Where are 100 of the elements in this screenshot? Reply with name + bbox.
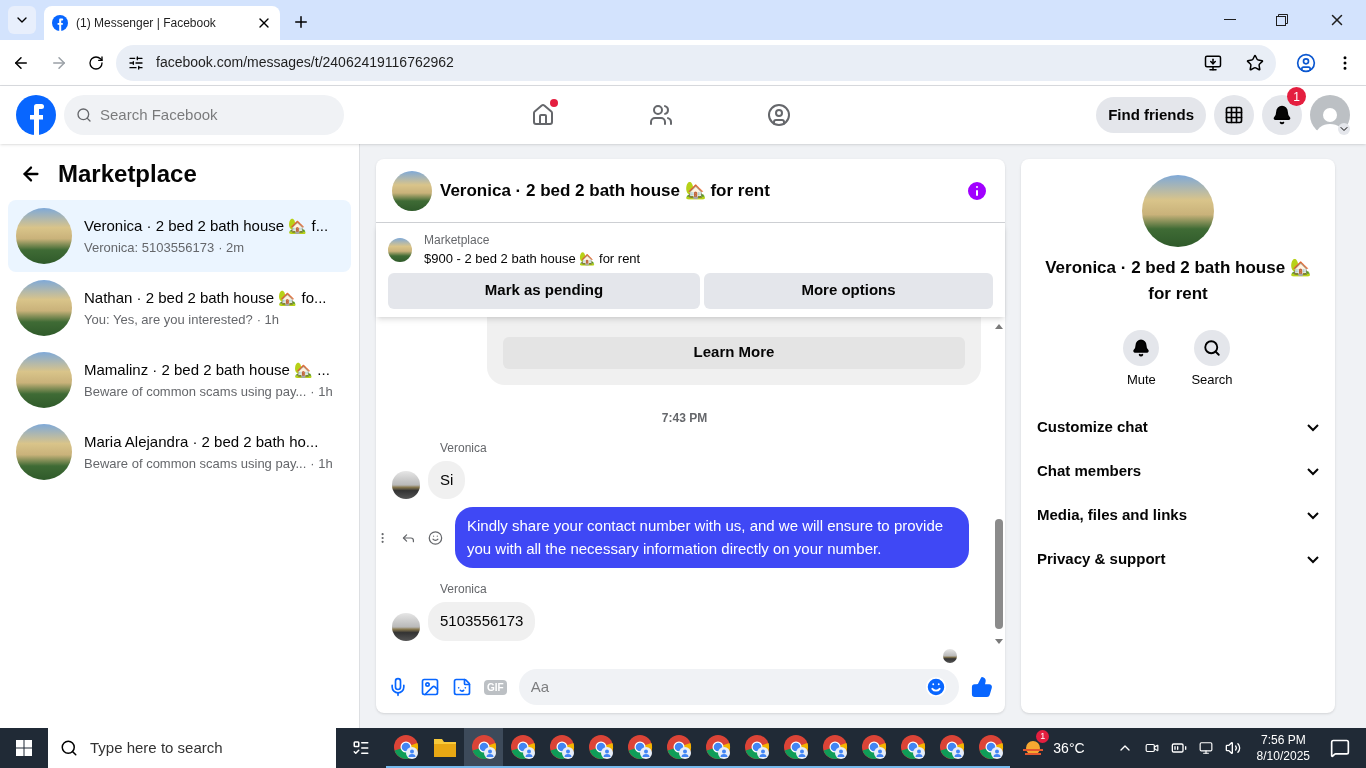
taskbar-search-field[interactable]: Type here to search (48, 728, 336, 768)
weather-icon[interactable] (1021, 738, 1046, 758)
folder-icon (432, 736, 457, 758)
browser-icon (626, 734, 653, 760)
browser-icon (470, 734, 497, 760)
listing-title: $900 - 2 bed 2 bath house 🏡 for rent (424, 250, 641, 268)
message-field[interactable]: Aa (518, 669, 959, 705)
details-section[interactable]: Media, files and links (1037, 493, 1319, 538)
conversation-title: Maria Alejandra · 2 bed 2 bath ho... (84, 432, 320, 452)
message-bubble: Si (428, 460, 466, 499)
bookmark-icon[interactable] (1246, 53, 1264, 72)
avatar (392, 471, 420, 499)
tab-favicon-icon (52, 15, 68, 31)
conversation-item[interactable]: Veronica · 2 bed 2 bath house 🏡 f... Veronica: 5103556173 · 2m (8, 200, 351, 272)
search-field[interactable]: Search Facebook (64, 95, 344, 135)
reload-icon[interactable] (88, 54, 104, 71)
conversation-time: · 1h (256, 310, 280, 329)
task-view-icon[interactable] (352, 739, 370, 757)
notifications-icon[interactable] (1330, 738, 1350, 758)
site-settings-icon[interactable] (128, 54, 144, 71)
listing-photo (392, 170, 432, 211)
chevron-down-icon (1307, 467, 1319, 476)
url-text: facebook.com/messages/t/24062419116762962 (156, 53, 455, 72)
profile-icon[interactable] (1296, 52, 1316, 73)
conversation-time: · 1h (310, 454, 333, 473)
logo-icon[interactable] (16, 95, 56, 135)
conversation-time: · 1h (310, 382, 333, 401)
browser-icon (587, 734, 614, 760)
tab-list-button[interactable] (8, 6, 36, 34)
browser-tab[interactable]: (1) Messenger | Facebook (44, 6, 280, 40)
camera-icon[interactable] (1144, 741, 1159, 755)
emoji-icon[interactable] (428, 528, 443, 547)
chat-title: Veronica · 2 bed 2 bath house 🏡 for rent (440, 179, 771, 202)
conversation-preview: Veronica: 5103556173 (84, 238, 215, 257)
conversation-item[interactable]: Mamalinz · 2 bed 2 bath house 🏡 ... Beware of common scams using pay... · 1h (8, 344, 351, 416)
menu-button[interactable] (1214, 95, 1254, 135)
search-icon (1203, 339, 1221, 357)
listing-photo (16, 352, 72, 408)
browser-icon (938, 734, 965, 760)
browser-icon (782, 734, 809, 760)
listing-photo (16, 424, 72, 480)
caret-icon[interactable] (1338, 123, 1350, 135)
find-friends-button[interactable]: Find friends (1096, 97, 1206, 133)
sticker-icon[interactable] (452, 677, 472, 697)
mute-button[interactable] (1123, 330, 1160, 366)
sender-name: Veronica (440, 581, 488, 598)
search-icon (60, 739, 78, 757)
like-icon[interactable] (971, 676, 993, 698)
sidebar-title: Marketplace (58, 159, 197, 189)
emoji-icon[interactable] (925, 676, 947, 698)
learn-more-button[interactable]: Learn More (503, 336, 965, 369)
network-icon[interactable] (1198, 741, 1213, 755)
minimize-icon[interactable] (1224, 19, 1236, 21)
chevron-down-icon (1307, 423, 1319, 432)
volume-icon[interactable] (1224, 740, 1241, 756)
listing-source: Marketplace (424, 232, 491, 249)
browser-icon (899, 734, 926, 760)
browser-icon (977, 734, 1004, 760)
message-bubble: 5103556173 (428, 602, 536, 641)
taskbar-app[interactable] (464, 728, 503, 768)
browser-icon (704, 734, 731, 760)
new-tab-icon[interactable] (292, 13, 310, 31)
taskbar-search-input[interactable]: Type here to search (90, 736, 324, 760)
listing-action-button[interactable]: More options (704, 272, 993, 309)
listing-action-button[interactable]: Mark as pending (388, 272, 700, 309)
search-input[interactable]: Search Facebook (100, 103, 332, 127)
address-bar[interactable]: facebook.com/messages/t/24062419116762962 (116, 44, 1276, 81)
tab-title: (1) Messenger | Facebook (76, 15, 217, 32)
avatar (392, 612, 420, 641)
browser-icon (860, 734, 887, 760)
details-section[interactable]: Chat members (1037, 449, 1319, 494)
message-input[interactable]: Aa (530, 675, 925, 699)
details-section[interactable]: Customize chat (1037, 405, 1319, 450)
listing-photo (16, 208, 72, 264)
action-label: Mute (1126, 371, 1156, 389)
microphone-icon[interactable] (388, 677, 408, 697)
details-section[interactable]: Privacy & support (1037, 537, 1319, 582)
chevron-down-icon (1307, 511, 1319, 520)
conversation-item[interactable]: Nathan · 2 bed 2 bath house 🏡 fo... You: Yes, are you interested? · 1h (8, 272, 351, 344)
listing-photo (388, 237, 412, 262)
install-icon[interactable] (1204, 53, 1222, 72)
chevron-down-icon (1307, 555, 1319, 564)
photo-icon[interactable] (420, 677, 440, 697)
avatar (943, 648, 957, 663)
timestamp: 7:43 PM (661, 409, 708, 427)
conversation-item[interactable]: Maria Alejandra · 2 bed 2 bath ho... Beware of common scams using pay... · 1h (8, 416, 351, 488)
clock-time: 7:56 PM (1260, 732, 1306, 748)
listing-photo (16, 280, 72, 336)
notification-badge: 1 (1287, 87, 1306, 106)
browser-icon (821, 734, 848, 760)
battery-icon[interactable] (1170, 740, 1187, 756)
action-label: Search (1191, 371, 1233, 389)
temperature: 36°C (1053, 738, 1085, 758)
search-button[interactable] (1194, 330, 1230, 366)
restore-icon[interactable] (1276, 14, 1288, 26)
browser-icon (665, 734, 692, 760)
conversation-title: Nathan · 2 bed 2 bath house 🏡 fo... (84, 288, 327, 308)
clock-date: 8/10/2025 (1256, 748, 1310, 764)
search-icon (76, 107, 92, 123)
grid-icon (1224, 105, 1244, 125)
